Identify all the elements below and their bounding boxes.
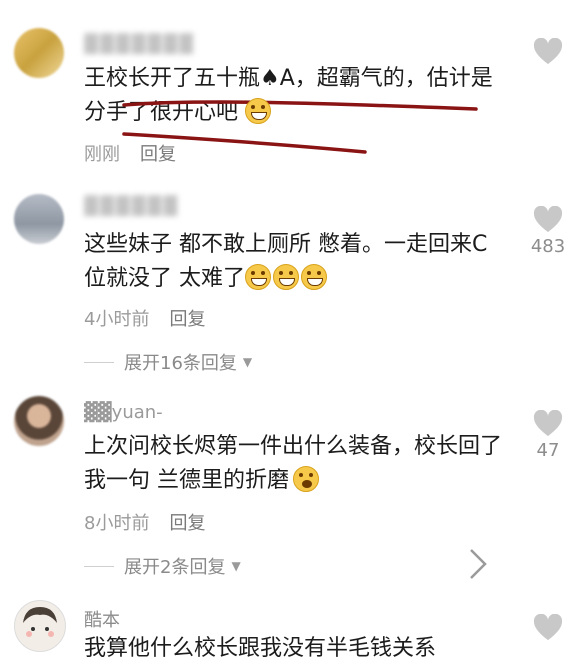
timestamp: 8小时前	[84, 513, 150, 534]
avatar[interactable]	[14, 600, 66, 652]
triangle-down-icon: ▼	[242, 355, 253, 369]
grin-emoji-icon	[245, 98, 271, 124]
like-button[interactable]: 483	[525, 206, 570, 257]
expand-label: 展开2条回复	[124, 557, 226, 578]
timestamp: 刚刚	[84, 144, 120, 165]
username[interactable]: ▓▓yuan-	[84, 402, 163, 423]
divider	[84, 361, 114, 363]
avatar[interactable]	[14, 28, 64, 78]
heart-icon	[533, 206, 563, 233]
like-button[interactable]: 47	[525, 410, 570, 461]
username[interactable]: ▓▓▓▓▓▓▓	[84, 34, 195, 55]
divider	[84, 565, 114, 567]
username[interactable]: ▓▓▓▓▓▓	[84, 196, 179, 217]
emoji-group	[244, 264, 328, 290]
like-button[interactable]	[525, 38, 570, 66]
comment-text: 我算他什么校长跟我没有半毛钱关系	[84, 636, 437, 661]
underline-annotation	[122, 132, 367, 154]
like-count: 483	[530, 236, 566, 257]
chevron-right-icon[interactable]	[468, 547, 488, 581]
reply-button[interactable]: 回复	[169, 309, 205, 330]
avatar[interactable]	[14, 396, 64, 446]
worried-emoji-icon	[293, 466, 319, 492]
reply-button[interactable]: 回复	[169, 513, 205, 534]
triangle-down-icon: ▼	[231, 559, 241, 573]
expand-replies-button[interactable]: 展开2条回复 ▼	[84, 553, 241, 579]
heart-icon	[533, 38, 563, 65]
avatar[interactable]	[14, 194, 64, 244]
heart-icon	[533, 614, 563, 641]
grin-emoji-icon	[301, 264, 327, 290]
underline-annotation	[122, 100, 478, 111]
like-button[interactable]	[525, 614, 570, 642]
expand-label: 展开16条回复	[124, 353, 237, 374]
like-count: 47	[536, 440, 560, 461]
grin-emoji-icon	[273, 264, 299, 290]
grin-emoji-icon	[245, 264, 271, 290]
timestamp: 4小时前	[84, 309, 150, 330]
comment-meta: 4小时前 回复	[84, 305, 205, 331]
comment-meta: 8小时前 回复	[84, 509, 205, 535]
expand-replies-button[interactable]: 展开16条回复 ▼	[84, 349, 252, 375]
username[interactable]: 酷本	[84, 606, 120, 632]
heart-icon	[533, 410, 563, 437]
